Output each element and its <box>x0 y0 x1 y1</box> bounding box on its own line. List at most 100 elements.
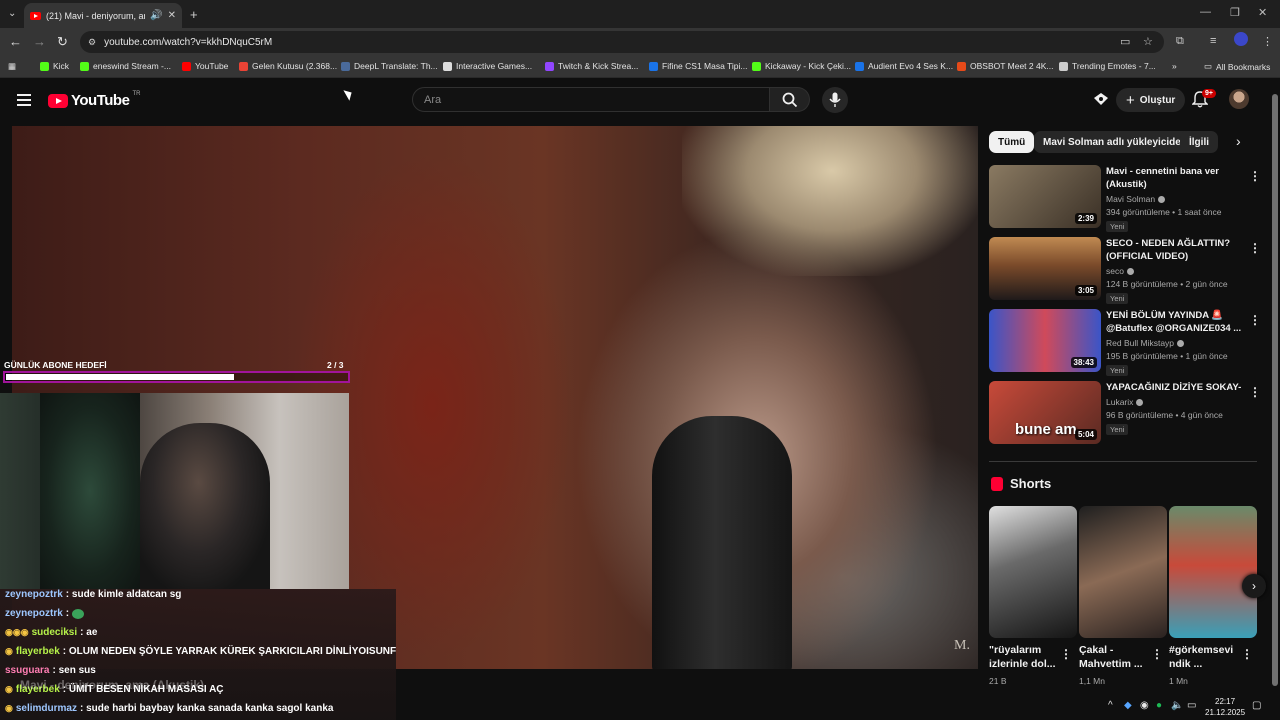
bookmark-item[interactable]: Audient Evo 4 Ses K... <box>855 61 953 71</box>
recommendation-item[interactable]: bune am 5:04 YAPACAĞINIZ DİZİYE SOKAY- L… <box>989 381 1261 447</box>
shorts-next-button[interactable]: › <box>1242 574 1266 598</box>
minimize-icon[interactable]: — <box>1200 6 1211 18</box>
chip-related[interactable]: İlgili <box>1180 131 1218 153</box>
short-title[interactable]: "rüyalarım izlerinle dol... <box>989 643 1069 671</box>
video-title[interactable]: SECO - NEDEN AĞLATTIN? (OFFICIAL VIDEO) <box>1106 237 1246 263</box>
browser-menu-icon[interactable]: ⋮ <box>1262 35 1273 48</box>
system-clock[interactable]: 22:17 21.12.2025 <box>1205 696 1245 718</box>
bookmark-item[interactable]: Interactive Games... <box>443 61 532 71</box>
new-tab-icon[interactable]: + <box>190 7 198 22</box>
network-icon[interactable]: ▭ <box>1187 700 1196 711</box>
video-title[interactable]: YENİ BÖLÜM YAYINDA 🚨 @Batuflex @ORGANIZE… <box>1106 309 1246 335</box>
recommendation-item[interactable]: 3:05 SECO - NEDEN AĞLATTIN? (OFFICIAL VI… <box>989 237 1261 304</box>
chip-uploader[interactable]: Mavi Solman adlı yükleyiciden <box>1034 131 1196 153</box>
verified-icon <box>1177 340 1185 348</box>
video-thumbnail[interactable]: 38:43 <box>989 309 1101 372</box>
bookmark-item[interactable]: Twitch & Kick Strea... <box>545 61 638 71</box>
profile-icon[interactable] <box>1234 32 1248 46</box>
account-avatar[interactable] <box>1229 89 1249 109</box>
short-thumbnail[interactable] <box>1169 506 1257 638</box>
extensions-icon[interactable]: ⧉ <box>1176 35 1184 48</box>
bookmark-item[interactable]: Trending Emotes - 7... <box>1059 61 1156 71</box>
menu-icon[interactable] <box>17 94 31 109</box>
bookmarks-overflow-icon[interactable]: » <box>1172 61 1177 71</box>
tray-expand-icon[interactable]: ^ <box>1108 700 1113 711</box>
youtube-header: YouTube TR Ara + Oluştur <box>0 78 1280 122</box>
app-tray-icon[interactable]: ◆ <box>1124 700 1132 711</box>
notification-center-icon[interactable]: ▢ <box>1252 700 1261 711</box>
short-views: 1 Mn <box>1169 676 1188 686</box>
search-input[interactable]: Ara <box>412 87 770 112</box>
recommendation-item[interactable]: 38:43 YENİ BÖLÜM YAYINDA 🚨 @Batuflex @OR… <box>989 309 1261 376</box>
chips-next-icon[interactable]: › <box>1236 133 1241 149</box>
more-options-icon[interactable]: ⋮ <box>1151 647 1163 661</box>
more-options-icon[interactable]: ⋮ <box>1249 241 1261 255</box>
back-icon[interactable]: ← <box>9 34 22 50</box>
scrollbar-thumb[interactable] <box>1272 94 1278 686</box>
create-button[interactable]: + Oluştur <box>1116 88 1186 112</box>
discord-tray-icon[interactable]: ◉ <box>1140 700 1149 711</box>
shorts-heading: Shorts <box>1010 476 1052 491</box>
chat-message: ◉◉◉ sudeciksi: ae <box>5 627 97 638</box>
chat-message: zeynepoztrk: sude kimle aldatcan sg <box>5 589 181 600</box>
short-thumbnail[interactable] <box>1079 506 1167 638</box>
short-title[interactable]: Çakal - Mahvettim ... <box>1079 643 1159 671</box>
bookmark-item[interactable]: Kick <box>40 61 69 71</box>
cast-icon[interactable] <box>1093 92 1109 111</box>
bookmark-item[interactable]: OBSBOT Meet 2 4K... <box>957 61 1053 71</box>
media-controls-icon[interactable]: ≡ <box>1210 35 1216 47</box>
video-title[interactable]: YAPACAĞINIZ DİZİYE SOKAY- <box>1106 381 1246 394</box>
search-button[interactable] <box>770 87 810 112</box>
recommendation-item[interactable]: 2:39 Mavi - cennetini bana ver (Akustik)… <box>989 165 1261 232</box>
video-thumbnail[interactable]: 3:05 <box>989 237 1101 300</box>
bookmark-item[interactable]: Kickaway - Kick Çeki... <box>752 61 851 71</box>
more-options-icon[interactable]: ⋮ <box>1060 647 1072 661</box>
chip-all[interactable]: Tümü <box>989 131 1035 153</box>
channel-name[interactable]: Lukarix <box>1106 397 1144 407</box>
more-options-icon[interactable]: ⋮ <box>1249 169 1261 183</box>
forward-icon[interactable]: → <box>33 34 46 50</box>
bookmark-item[interactable]: eneswind Stream -... <box>80 61 171 71</box>
apps-grid-icon[interactable]: ▦ <box>8 61 16 72</box>
close-window-icon[interactable]: ✕ <box>1258 6 1267 19</box>
video-meta: 195 B görüntüleme • 1 gün önce <box>1106 351 1228 361</box>
more-options-icon[interactable]: ⋮ <box>1249 313 1261 327</box>
reload-icon[interactable]: ↻ <box>57 34 68 50</box>
chat-user: zeynepoztrk <box>5 589 63 600</box>
tab-audio-icon[interactable]: 🔊 <box>150 10 162 21</box>
bookmark-item[interactable]: YouTube <box>182 61 228 71</box>
bookmark-star-icon[interactable]: ☆ <box>1143 35 1153 48</box>
bookmark-item[interactable]: DeepL Translate: Th... <box>341 61 438 71</box>
voice-search-button[interactable] <box>822 87 848 113</box>
short-views: 1,1 Mn <box>1079 676 1105 686</box>
channel-name[interactable]: seco <box>1106 266 1134 276</box>
video-thumbnail[interactable]: 2:39 <box>989 165 1101 228</box>
channel-name[interactable]: Red Bull Mikstayp <box>1106 338 1185 348</box>
short-thumbnail[interactable] <box>989 506 1077 638</box>
tab-list-chevron-icon[interactable]: ⌄ <box>8 8 16 19</box>
volume-icon[interactable]: 🔈 <box>1171 700 1183 711</box>
video-title[interactable]: Mavi - cennetini bana ver (Akustik) <box>1106 165 1246 191</box>
create-label: Oluştur <box>1139 94 1176 106</box>
video-meta: 394 görüntüleme • 1 saat önce <box>1106 207 1222 217</box>
site-info-icon[interactable]: ⚙ <box>88 37 96 48</box>
more-options-icon[interactable]: ⋮ <box>1249 385 1261 399</box>
cast-page-icon[interactable]: ▭ <box>1120 35 1130 48</box>
page-scrollbar[interactable] <box>1270 80 1280 720</box>
browser-tab[interactable]: (21) Mavi - deniyorum, am... 🔊 ✕ <box>24 3 182 28</box>
bookmark-item[interactable]: Fifine CS1 Masa Tipi... <box>649 61 748 71</box>
faded-video-title: Mavi - deniyorum, ama (Akustik) <box>20 678 205 692</box>
video-thumbnail[interactable]: bune am 5:04 <box>989 381 1101 444</box>
youtube-logo[interactable]: YouTube TR <box>48 91 140 109</box>
short-title[interactable]: #görkemsevi ndik ... <box>1169 643 1249 671</box>
tab-close-icon[interactable]: ✕ <box>168 10 176 21</box>
restore-icon[interactable]: ❐ <box>1230 6 1240 19</box>
spotify-tray-icon[interactable]: ● <box>1156 700 1162 711</box>
bookmark-item[interactable]: Gelen Kutusu (2.368... <box>239 61 337 71</box>
channel-name[interactable]: Mavi Solman <box>1106 194 1166 204</box>
all-bookmarks[interactable]: ▭ All Bookmarks <box>1204 61 1270 72</box>
webcam-person <box>140 423 270 589</box>
bookmark-label: YouTube <box>195 61 229 71</box>
omnibox[interactable]: ⚙ youtube.com/watch?v=kkhDNquC5rM <box>80 31 1164 53</box>
more-options-icon[interactable]: ⋮ <box>1241 647 1253 661</box>
